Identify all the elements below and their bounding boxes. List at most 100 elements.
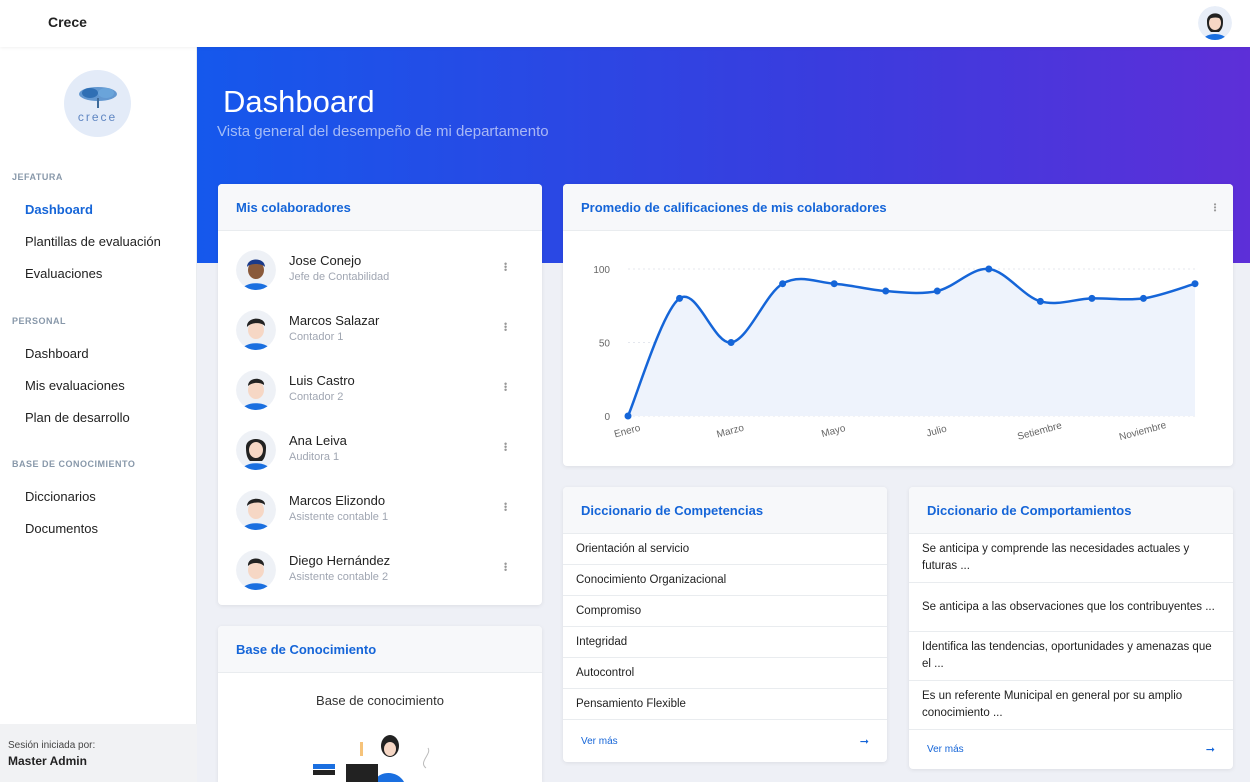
list-item[interactable]: Se anticipa a las observaciones que los … (909, 583, 1233, 632)
collaborator-role: Contador 1 (289, 331, 344, 343)
nav-item-documentos[interactable]: Documentos (25, 521, 98, 536)
kebab-menu-icon[interactable]: • • • (504, 560, 507, 575)
avatar (236, 310, 276, 350)
nav-item-dashboard-personal[interactable]: Dashboard (25, 346, 89, 361)
data-point (779, 280, 787, 288)
x-tick-label: Enero (613, 423, 642, 441)
kebab-menu-icon[interactable]: • • • (504, 440, 507, 455)
data-point (1139, 294, 1147, 302)
collaborator-role: Contador 2 (289, 391, 344, 403)
x-tick-label: Mayo (820, 423, 847, 440)
competencias-card-header: Diccionario de Competencias (563, 487, 887, 534)
list-item[interactable]: Orientación al servicio (563, 534, 887, 565)
competencias-title: Diccionario de Competencias (581, 502, 764, 518)
avatar (236, 550, 276, 590)
comportamientos-title: Diccionario de Comportamientos (927, 502, 1132, 518)
data-point (1036, 297, 1044, 305)
arrow-right-icon: ➞ (859, 735, 869, 748)
logo-text: crece (77, 109, 118, 124)
collaborators-list: Jose Conejo Jefe de Contabilidad • • • Mar… (218, 231, 542, 600)
nav-heading-base-conocimiento: BASE DE CONOCIMIENTO (12, 459, 136, 469)
knowledge-label: Base de conocimiento (316, 693, 444, 708)
kebab-menu-icon[interactable]: • • • (1213, 200, 1217, 214)
nav-heading-personal: PERSONAL (12, 316, 67, 326)
session-user: Master Admin (8, 754, 87, 768)
page-subtitle: Vista general del desempeño de mi depart… (217, 123, 549, 140)
comportamientos-card-header: Diccionario de Comportamientos (909, 487, 1233, 534)
arrow-right-icon: ➞ (1205, 744, 1215, 756)
list-item[interactable]: Identifica las tendencias, oportunidades… (909, 632, 1233, 681)
list-item[interactable]: Conocimiento Organizacional (563, 565, 887, 596)
nav-item-plantillas[interactable]: Plantillas de evaluación (25, 234, 161, 249)
collaborator-name: Marcos Elizondo (289, 493, 386, 508)
kebab-menu-icon[interactable]: • • • (504, 260, 507, 275)
y-tick-label: 0 (604, 412, 610, 423)
collaborator-item[interactable]: Luis Castro Contador 2 • • • (218, 360, 542, 420)
competencias-ver-mas-link[interactable]: Ver más ➞ (563, 720, 887, 762)
list-item[interactable]: Pensamiento Flexible (563, 689, 887, 720)
comportamientos-ver-mas-link[interactable]: Ver más ➞ (909, 730, 1233, 769)
tree-icon (78, 86, 117, 108)
nav-item-plan-desarrollo[interactable]: Plan de desarrollo (25, 410, 130, 425)
data-point (830, 280, 838, 288)
data-point (676, 294, 684, 302)
nav-item-dashboard-jefatura[interactable]: Dashboard (25, 202, 93, 217)
kebab-menu-icon[interactable]: • • • (504, 500, 507, 515)
data-point (933, 287, 941, 295)
data-point (985, 265, 993, 273)
avatar (236, 430, 276, 470)
collaborator-item[interactable]: Marcos Salazar Contador 1 • • • (218, 300, 542, 360)
nav-item-mis-evaluaciones[interactable]: Mis evaluaciones (25, 378, 125, 393)
list-item[interactable]: Integridad (563, 627, 887, 658)
collaborators-card-header: Mis colaboradores (218, 184, 542, 231)
x-tick-label: Marzo (716, 423, 746, 441)
knowledge-title: Base de Conocimiento (236, 641, 377, 657)
comportamientos-list: Se anticipa y comprende las necesidades … (909, 534, 1233, 730)
collaborator-name: Jose Conejo (289, 253, 362, 268)
y-tick-label: 50 (599, 339, 611, 350)
nav-item-diccionarios[interactable]: Diccionarios (25, 489, 96, 504)
collaborator-name: Marcos Salazar (289, 313, 380, 328)
user-avatar[interactable] (1198, 6, 1232, 40)
list-item[interactable]: Autocontrol (563, 658, 887, 689)
list-item[interactable]: Se anticipa y comprende las necesidades … (909, 534, 1233, 583)
avatar (236, 250, 276, 290)
collaborator-name: Ana Leiva (289, 433, 347, 448)
crece-logo: crece (64, 70, 131, 137)
collaborator-name: Luis Castro (289, 373, 355, 388)
ver-mas-label: Ver más (581, 735, 618, 747)
list-item[interactable]: Es un referente Municipal en general por… (909, 681, 1233, 730)
kebab-menu-icon[interactable]: • • • (504, 380, 507, 395)
avatar (236, 490, 276, 530)
chart-title: Promedio de calificaciones de mis colabo… (581, 199, 887, 215)
collaborators-title: Mis colaboradores (236, 199, 351, 215)
collaborator-item[interactable]: Marcos Elizondo Asistente contable 1 • • • (218, 480, 542, 540)
collaborator-name: Diego Hernández (289, 553, 391, 568)
avatar (236, 370, 276, 410)
page-title: Dashboard (223, 84, 375, 119)
nav-item-evaluaciones[interactable]: Evaluaciones (25, 266, 102, 281)
collaborator-item[interactable]: Diego Hernández Asistente contable 2 • • • (218, 540, 542, 600)
collaborator-item[interactable]: Ana Leiva Auditora 1 • • • (218, 420, 542, 480)
collaborator-role: Auditora 1 (289, 451, 340, 463)
ratings-chart-card: Promedio de calificaciones de mis colabo… (563, 184, 1233, 466)
competencias-card: Diccionario de Competencias Orientación … (563, 487, 887, 762)
data-point (1191, 280, 1199, 288)
x-tick-label: Setiembre (1016, 420, 1063, 443)
collaborator-item[interactable]: Jose Conejo Jefe de Contabilidad • • • (218, 240, 542, 300)
collaborators-card: Mis colaboradores Jose Conejo Jefe de Co… (218, 184, 542, 605)
kebab-menu-icon[interactable]: • • • (504, 320, 507, 335)
data-point (624, 412, 632, 420)
knowledge-illustration (313, 735, 430, 782)
collaborator-role: Jefe de Contabilidad (289, 271, 390, 283)
brand-name[interactable]: Crece (48, 14, 87, 30)
comportamientos-card: Diccionario de Comportamientos Se antici… (909, 487, 1233, 769)
line-chart: 0 50 100 Enero Marzo Mayo Julio Setiembre Noviem… (593, 265, 1199, 443)
list-item[interactable]: Compromiso (563, 596, 887, 627)
nav-heading-jefatura: JEFATURA (12, 172, 63, 182)
chart-card-header: Promedio de calificaciones de mis colabo… (563, 184, 1233, 231)
knowledge-card: Base de Conocimiento Base de conocimient… (218, 626, 542, 782)
data-point (882, 287, 890, 295)
data-point (1088, 294, 1096, 302)
collaborator-role: Asistente contable 2 (289, 571, 389, 583)
